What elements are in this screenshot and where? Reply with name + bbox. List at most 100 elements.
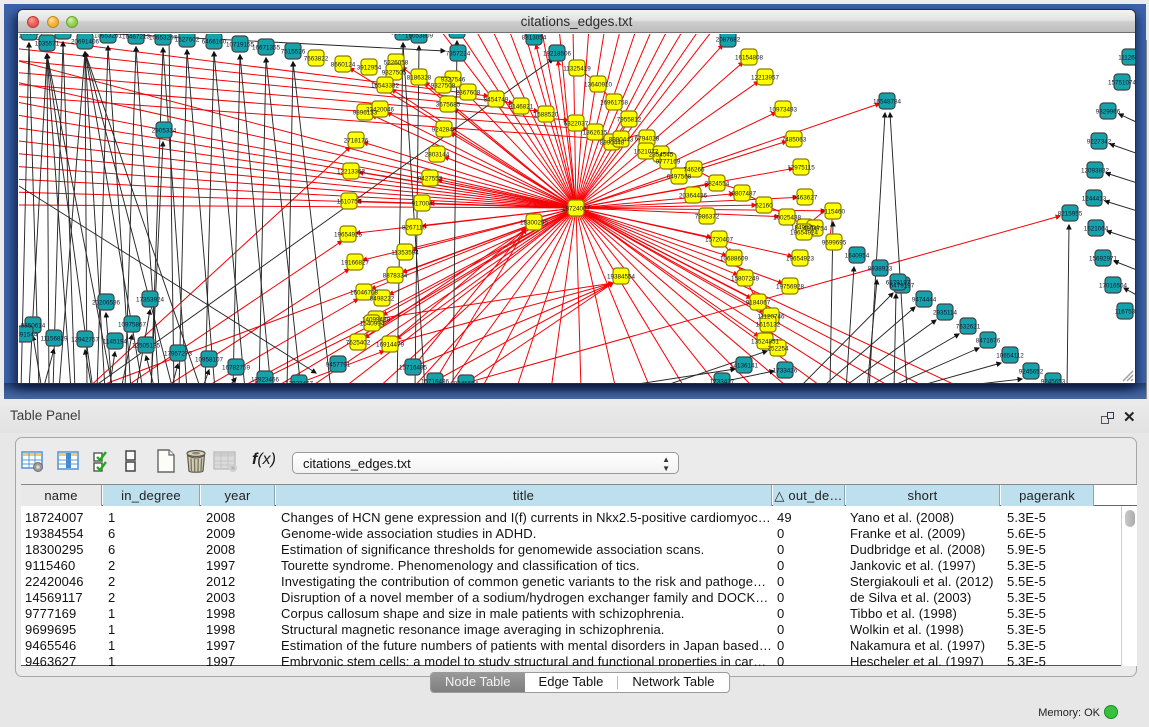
svg-text:1112654: 1112654 (1118, 54, 1135, 61)
svg-text:16154808: 16154808 (735, 54, 764, 61)
svg-text:12093832: 12093832 (1081, 167, 1110, 174)
svg-text:12923467: 12923467 (285, 380, 314, 383)
svg-text:8267110: 8267110 (402, 224, 427, 231)
svg-text:19166827: 19166827 (341, 259, 370, 266)
svg-text:9327508: 9327508 (431, 82, 456, 89)
svg-text:19654925: 19654925 (334, 231, 363, 238)
svg-text:12923466: 12923466 (251, 376, 280, 383)
svg-text:8186328: 8186328 (407, 74, 432, 81)
svg-text:15751074: 15751074 (1108, 79, 1135, 86)
svg-text:11353594: 11353594 (391, 249, 419, 256)
svg-text:8471676: 8471676 (976, 337, 1001, 344)
svg-text:7515526: 7515526 (281, 48, 306, 55)
svg-text:9463627: 9463627 (793, 194, 818, 201)
svg-text:17957273: 17957273 (164, 350, 193, 357)
svg-text:16914479: 16914479 (376, 341, 405, 348)
svg-text:16782759: 16782759 (222, 364, 251, 371)
svg-text:19654923: 19654923 (786, 255, 815, 262)
svg-text:9242848: 9242848 (432, 126, 457, 133)
svg-text:8878334: 8878334 (383, 272, 408, 279)
svg-text:1540994: 1540994 (360, 320, 385, 327)
svg-text:9146821: 9146821 (509, 103, 534, 110)
svg-text:9327505: 9327505 (382, 69, 407, 76)
svg-text:7986372: 7986372 (695, 213, 720, 220)
svg-text:14136141: 14136141 (730, 362, 759, 369)
svg-text:6322037: 6322037 (564, 120, 589, 127)
svg-text:8938923: 8938923 (868, 265, 893, 272)
svg-text:9699695: 9699695 (822, 239, 847, 246)
svg-text:10975867: 10975867 (118, 321, 147, 328)
svg-text:116753: 116753 (1115, 308, 1135, 315)
svg-text:15716486: 15716486 (421, 378, 450, 383)
svg-text:10654112: 10654112 (996, 352, 1024, 359)
svg-text:1588520: 1588520 (534, 111, 559, 118)
svg-text:7632621: 7632621 (956, 323, 981, 330)
svg-text:18300295: 18300295 (520, 219, 549, 226)
svg-text:8427552: 8427552 (418, 175, 443, 182)
svg-text:13640910: 13640910 (584, 81, 613, 88)
svg-text:1610755: 1610755 (337, 198, 362, 205)
svg-text:62160: 62160 (755, 202, 773, 209)
svg-text:1362615: 1362615 (583, 129, 608, 136)
svg-text:16053810: 16053810 (19, 34, 43, 36)
svg-text:11325419: 11325419 (563, 65, 591, 72)
svg-text:16053809: 16053809 (405, 34, 434, 39)
svg-text:9457791: 9457791 (326, 361, 351, 368)
svg-text:8990443: 8990443 (609, 136, 634, 143)
svg-text:2803144: 2803144 (425, 151, 450, 158)
svg-text:2718176: 2718176 (344, 137, 369, 144)
svg-text:20691407: 20691407 (49, 34, 78, 35)
svg-text:13524851: 13524851 (751, 338, 780, 345)
svg-text:2367608: 2367608 (456, 89, 481, 96)
svg-text:7485063: 7485063 (782, 136, 807, 143)
svg-text:9245652: 9245652 (1019, 368, 1044, 375)
svg-text:12213957: 12213957 (751, 74, 780, 81)
svg-text:10973493: 10973493 (769, 106, 798, 113)
svg-text:9245654: 9245654 (454, 380, 479, 383)
svg-text:6497568: 6497568 (667, 173, 692, 180)
svg-text:6794028: 6794028 (635, 135, 660, 142)
svg-text:12942757: 12942757 (71, 336, 100, 343)
svg-text:917004: 917004 (411, 200, 433, 207)
svg-text:8891544: 8891544 (19, 331, 38, 338)
svg-text:10653261: 10653261 (94, 34, 123, 39)
svg-text:2935114: 2935114 (933, 309, 958, 316)
svg-text:1035571: 1035571 (35, 40, 60, 47)
svg-text:10688609: 10688609 (720, 255, 749, 262)
svg-text:10653267: 10653267 (149, 34, 178, 41)
svg-text:20206536: 20206536 (92, 299, 121, 306)
svg-text:1244413: 1244413 (1082, 195, 1107, 202)
svg-text:18724007: 18724007 (562, 205, 591, 212)
svg-text:7955812: 7955812 (617, 116, 642, 123)
svg-text:8498222: 8498222 (370, 295, 395, 302)
svg-text:1615132: 1615132 (756, 321, 781, 328)
svg-text:1640954: 1640954 (845, 252, 870, 259)
svg-text:7625402: 7625402 (346, 339, 371, 346)
svg-text:6466160: 6466160 (202, 38, 227, 45)
svg-text:252254: 252254 (767, 345, 789, 352)
svg-text:3675685: 3675685 (436, 101, 461, 108)
svg-text:23420046: 23420046 (366, 106, 395, 113)
svg-text:11120746: 11120746 (757, 313, 785, 320)
svg-text:3824554: 3824554 (705, 180, 730, 187)
svg-text:8215955: 8215955 (1058, 210, 1083, 217)
svg-text:9184067: 9184067 (746, 299, 771, 306)
svg-text:17016504: 17016504 (1099, 282, 1128, 289)
svg-text:9227342: 9227342 (1087, 138, 1112, 145)
svg-text:2087682: 2087682 (716, 36, 741, 43)
svg-text:16543382: 16543382 (371, 82, 400, 89)
svg-text:19384554: 19384554 (607, 273, 636, 280)
svg-text:3912954: 3912954 (357, 64, 382, 71)
svg-text:11156829: 11156829 (40, 335, 68, 342)
svg-text:9115460: 9115460 (821, 208, 846, 215)
svg-text:15716485: 15716485 (399, 364, 428, 371)
svg-text:6879197: 6879197 (886, 279, 911, 286)
svg-text:19654924: 19654924 (790, 229, 819, 236)
svg-text:10807487: 10807487 (728, 190, 757, 197)
svg-text:7663822: 7663822 (304, 55, 329, 62)
svg-text:15720407: 15720407 (705, 236, 734, 243)
svg-text:20364436: 20364436 (679, 192, 708, 199)
svg-text:1733426: 1733426 (773, 367, 798, 374)
svg-text:8454749: 8454749 (484, 96, 509, 103)
svg-text:12213363: 12213363 (337, 168, 366, 175)
